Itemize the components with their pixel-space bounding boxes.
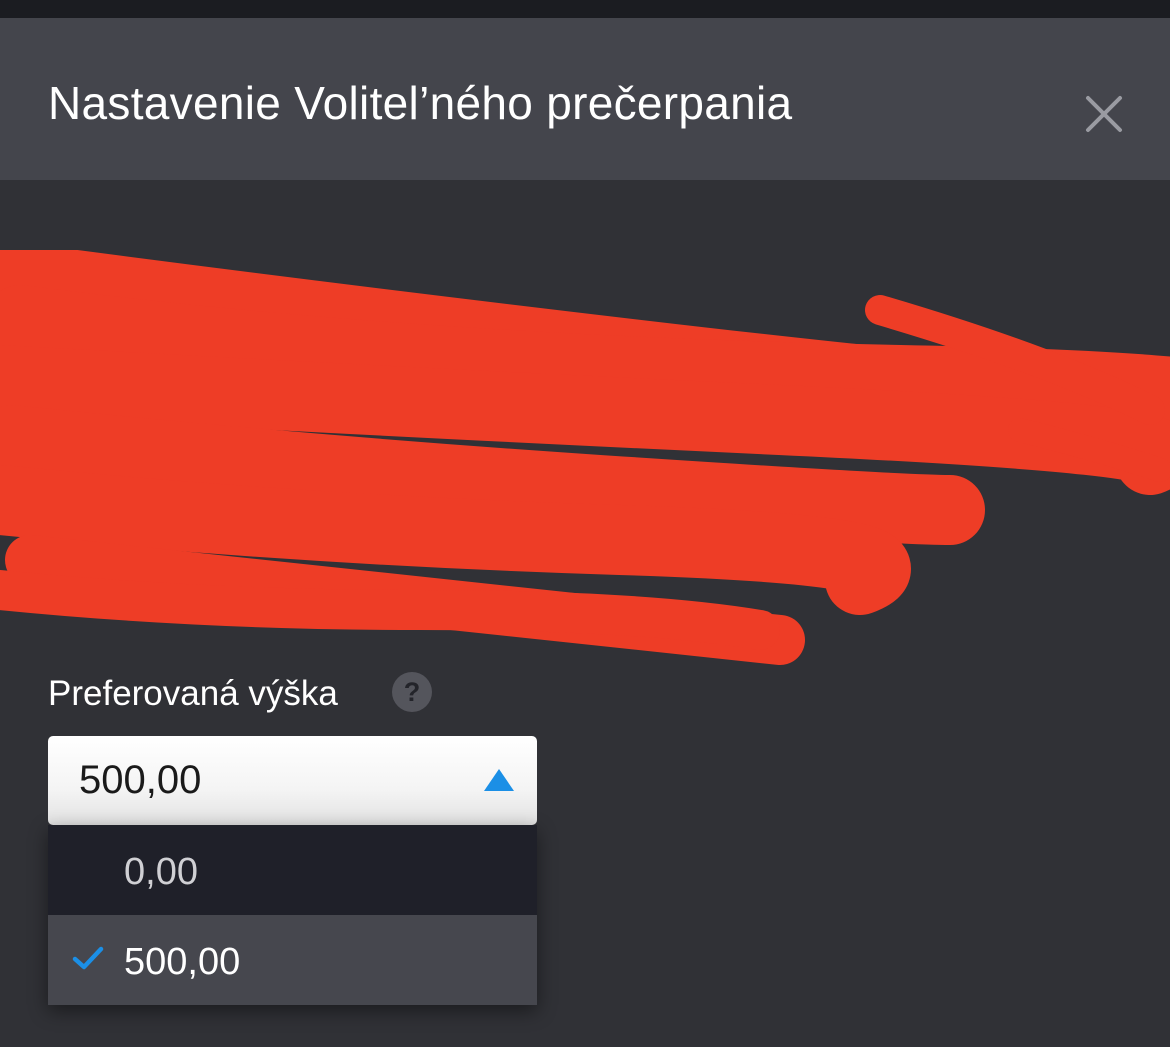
- amount-select-value: 500,00: [79, 758, 202, 802]
- dropdown-option-label: 500,00: [124, 941, 241, 983]
- dropdown-option-selected[interactable]: 500,00: [48, 915, 537, 1005]
- checkmark-icon: [72, 946, 104, 970]
- top-bar: [0, 0, 1170, 18]
- amount-dropdown-list: 0,00 500,00: [48, 825, 537, 1005]
- redaction-scribble: [0, 250, 1170, 665]
- dialog-header: Nastavenie Volitel’ného prečerpania: [0, 18, 1170, 180]
- close-button[interactable]: [1076, 86, 1132, 142]
- preferred-amount-label: Preferovaná výška: [48, 674, 338, 713]
- dialog-title: Nastavenie Volitel’ného prečerpania: [48, 77, 793, 129]
- help-icon[interactable]: ?: [392, 672, 432, 712]
- dropdown-option-label: 0,00: [124, 851, 198, 893]
- amount-select[interactable]: 500,00: [48, 736, 537, 825]
- dropdown-arrow-up-icon: [484, 769, 514, 791]
- close-icon: [1086, 96, 1122, 132]
- dropdown-option[interactable]: 0,00: [48, 825, 537, 915]
